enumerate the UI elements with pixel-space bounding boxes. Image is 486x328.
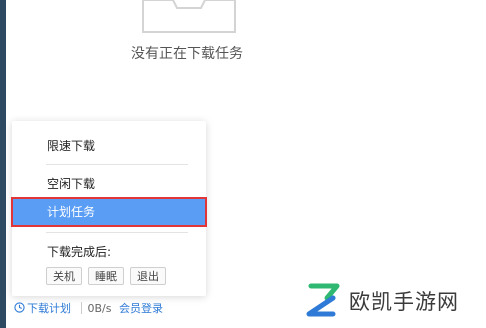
menu-item-speed-limit[interactable]: 限速下载 xyxy=(12,132,206,160)
after-download-label: 下载完成后: xyxy=(47,245,112,259)
empty-box-icon xyxy=(142,0,236,33)
brand-logo-icon xyxy=(306,283,340,317)
empty-state-message: 没有正在下载任务 xyxy=(0,43,486,63)
download-speed: 0B/s xyxy=(87,302,112,315)
clock-icon xyxy=(14,302,25,313)
menu-divider xyxy=(46,164,188,165)
shutdown-button[interactable]: 关机 xyxy=(46,267,82,285)
download-schedule-label: 下载计划 xyxy=(27,302,71,315)
watermark-text: 欧凯手游网 xyxy=(349,290,459,314)
download-schedule-link[interactable]: 下载计划 xyxy=(14,302,75,315)
status-bar: 下载计划 0B/s 会员登录 xyxy=(14,299,163,319)
menu-item-idle-download[interactable]: 空闲下载 xyxy=(12,170,206,198)
menu-divider xyxy=(46,232,188,233)
exit-button[interactable]: 退出 xyxy=(130,267,166,285)
divider xyxy=(80,302,82,314)
download-options-menu: 限速下载 空闲下载 计划任务 下载完成后: 关机 睡眠 退出 xyxy=(11,121,207,296)
menu-item-label: 计划任务 xyxy=(47,205,96,219)
member-login-link[interactable]: 会员登录 xyxy=(119,302,163,315)
menu-item-label: 空闲下载 xyxy=(47,177,96,191)
menu-item-scheduled-task[interactable]: 计划任务 xyxy=(11,197,207,227)
empty-state-text: 没有正在下载任务 xyxy=(131,46,243,62)
sleep-button[interactable]: 睡眠 xyxy=(88,267,124,285)
menu-item-label: 限速下载 xyxy=(47,139,96,153)
download-panel: 没有正在下载任务 限速下载 空闲下载 计划任务 下载完成后: 关机 睡眠 退出 … xyxy=(0,0,486,328)
